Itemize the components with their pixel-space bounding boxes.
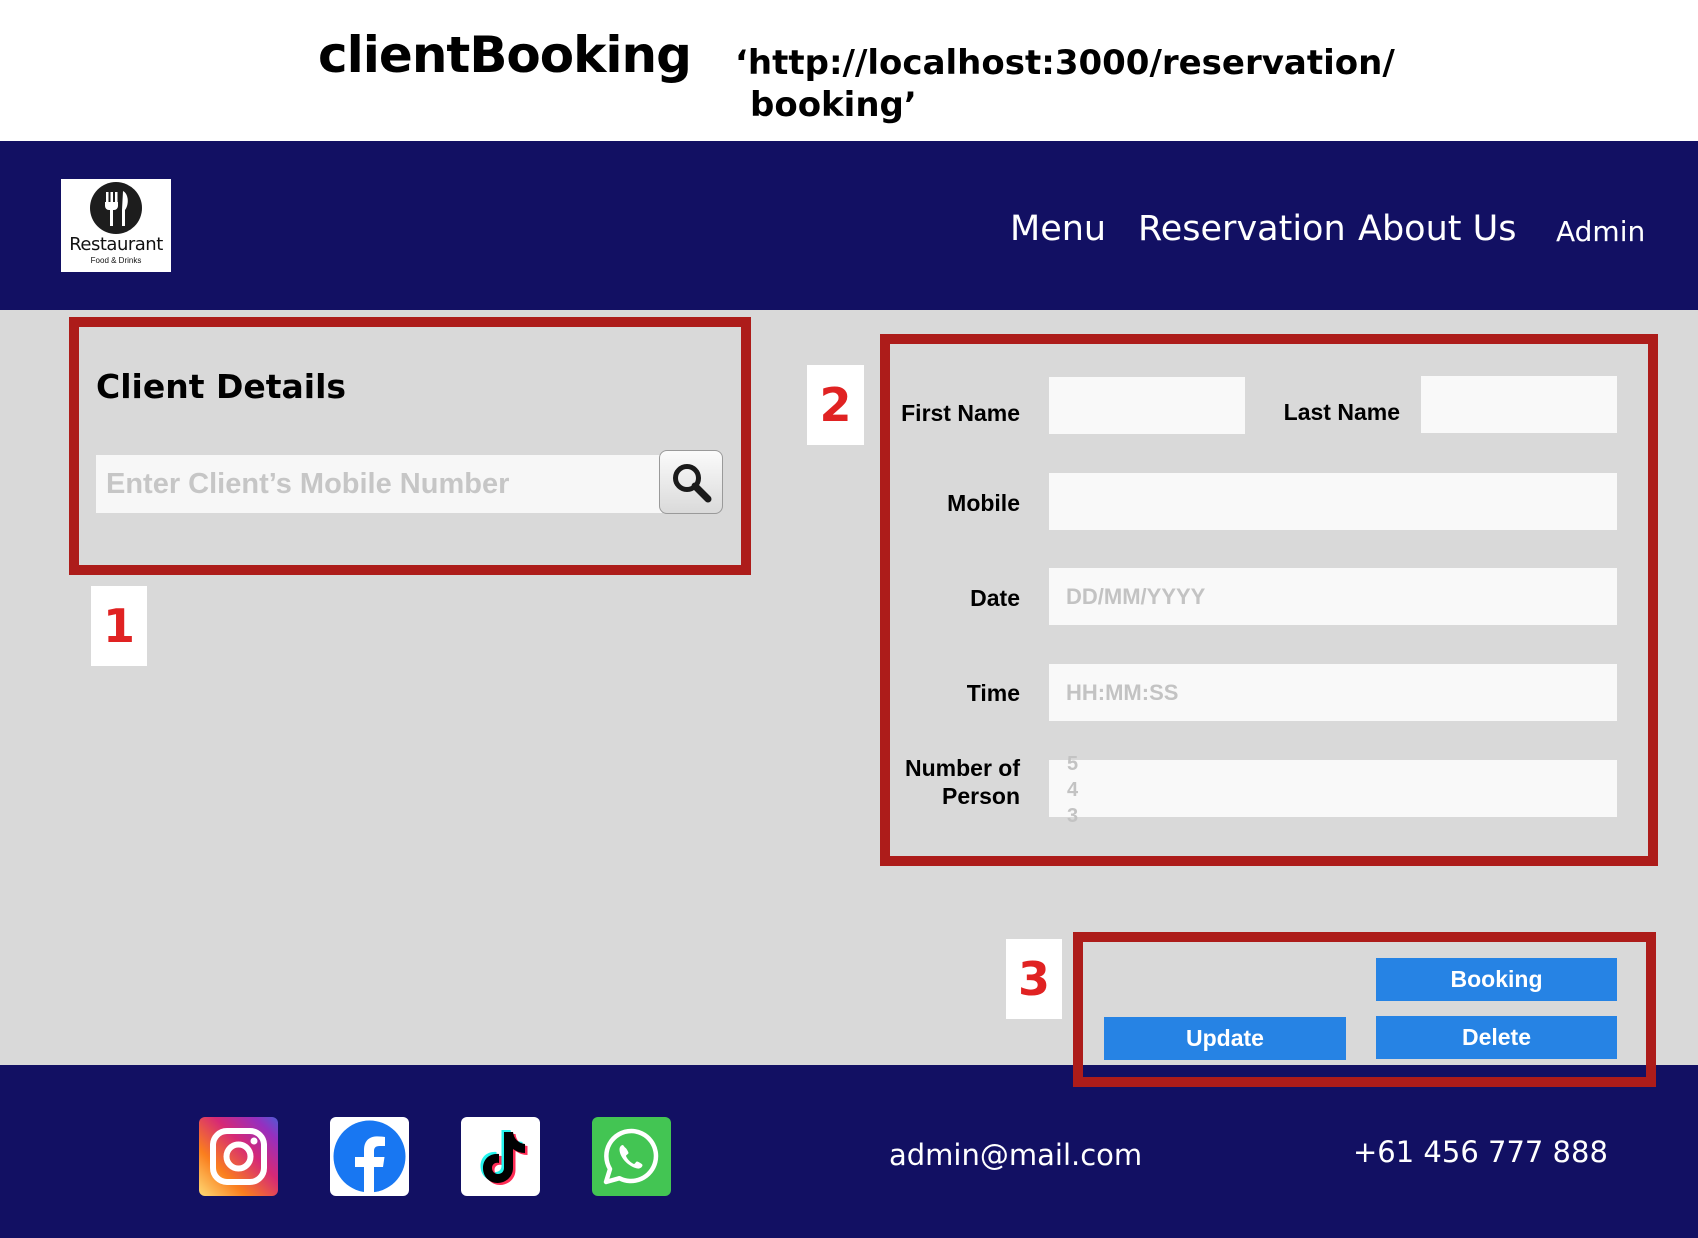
doc-title: clientBooking xyxy=(318,26,692,84)
nav-about-us[interactable]: About Us xyxy=(1358,209,1516,249)
mobile-label: Mobile xyxy=(947,490,1020,516)
annotation-number-2: 2 xyxy=(807,365,864,445)
tiktok-icon[interactable] xyxy=(461,1117,540,1196)
footer-email[interactable]: admin@mail.com xyxy=(889,1138,1142,1172)
date-input[interactable] xyxy=(1049,568,1617,625)
mobile-input[interactable] xyxy=(1049,473,1617,530)
person-option[interactable]: 5 xyxy=(1067,751,1078,777)
fork-knife-icon xyxy=(90,182,142,234)
last-name-label: Last Name xyxy=(1283,399,1400,425)
navbar: Restaurant Food & Drinks Menu Reservatio… xyxy=(0,141,1698,310)
instagram-icon[interactable] xyxy=(199,1117,278,1196)
number-of-person-select[interactable] xyxy=(1049,760,1617,817)
annotation-box-3 xyxy=(1073,932,1656,1087)
date-label: Date xyxy=(970,585,1020,611)
logo-name: Restaurant xyxy=(69,234,163,255)
person-option[interactable]: 3 xyxy=(1067,803,1078,829)
whatsapp-icon[interactable] xyxy=(592,1117,671,1196)
footer: admin@mail.com +61 456 777 888 xyxy=(0,1065,1698,1238)
search-button[interactable] xyxy=(659,450,723,514)
doc-url: ‘http://localhost:3000/reservation/ book… xyxy=(735,42,1395,126)
annotation-number-3: 3 xyxy=(1006,939,1062,1019)
number-of-person-options[interactable]: 5 4 3 xyxy=(1067,751,1078,829)
nav-admin[interactable]: Admin xyxy=(1556,215,1645,248)
nav-reservation[interactable]: Reservation xyxy=(1138,209,1346,249)
number-of-person-label: Number of Person xyxy=(880,754,1020,810)
time-input[interactable] xyxy=(1049,664,1617,721)
doc-url-line2: booking’ xyxy=(750,85,917,125)
person-option[interactable]: 4 xyxy=(1067,777,1078,803)
facebook-icon[interactable] xyxy=(330,1117,409,1196)
annotation-box-1 xyxy=(69,317,751,575)
number-of-person-label-line1: Number of xyxy=(905,755,1020,781)
logo-tagline: Food & Drinks xyxy=(90,256,142,265)
time-label: Time xyxy=(966,680,1020,706)
last-name-input[interactable] xyxy=(1421,376,1617,433)
annotation-number-1: 1 xyxy=(91,586,147,666)
doc-url-line1: ‘http://localhost:3000/reservation/ xyxy=(735,43,1395,83)
nav-menu[interactable]: Menu xyxy=(1010,209,1106,249)
logo[interactable]: Restaurant Food & Drinks xyxy=(61,179,171,272)
footer-phone[interactable]: +61 456 777 888 xyxy=(1353,1135,1608,1169)
client-details-title: Client Details xyxy=(96,367,347,406)
page: Restaurant Food & Drinks Menu Reservatio… xyxy=(0,141,1698,1238)
client-mobile-search-input[interactable] xyxy=(96,455,662,513)
first-name-label: First Name xyxy=(901,400,1020,426)
number-of-person-label-line2: Person xyxy=(942,783,1020,809)
first-name-input[interactable] xyxy=(1049,377,1245,434)
